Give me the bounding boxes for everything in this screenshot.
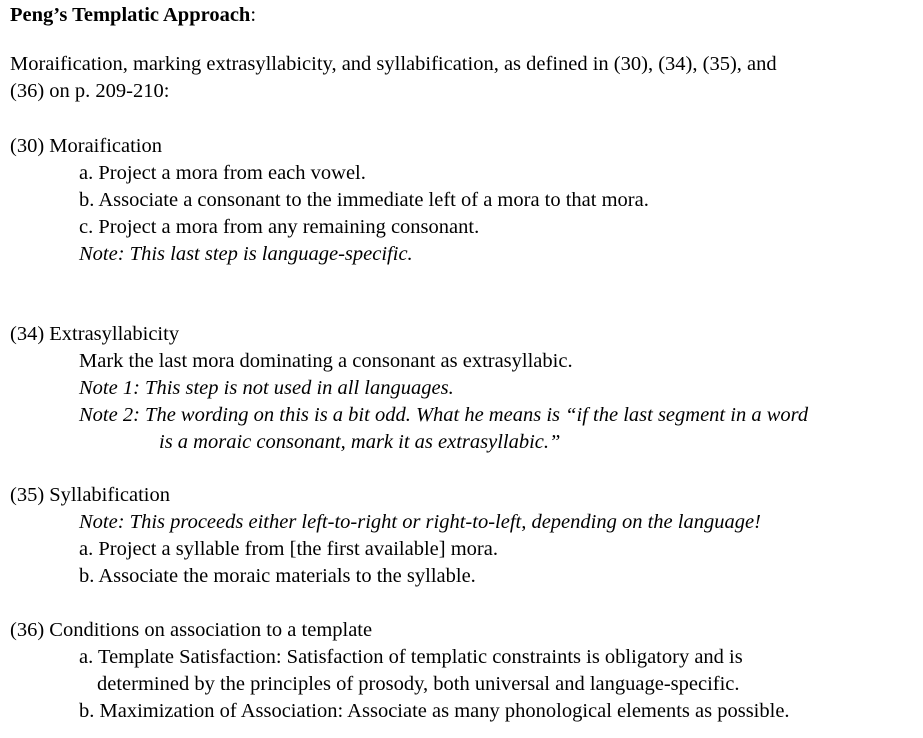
section-36-item-b: b. Maximization of Association: Associat… <box>79 700 790 722</box>
section-35-item-a: a. Project a syllable from [the first av… <box>79 538 498 560</box>
section-34-note-1: Note 1: This step is not used in all lan… <box>79 377 454 399</box>
section-35-heading: (35) Syllabification <box>10 484 170 506</box>
intro-line-1: Moraification, marking extrasyllabicity,… <box>10 53 777 75</box>
section-30-item-a: a. Project a mora from each vowel. <box>79 162 366 184</box>
section-36-item-a-line-1: a. Template Satisfaction: Satisfaction o… <box>79 646 743 668</box>
page-title-text: Peng’s Templatic Approach <box>10 4 251 26</box>
section-35-item-b: b. Associate the moraic materials to the… <box>79 565 476 587</box>
page-title-colon: : <box>250 4 257 26</box>
section-30-heading: (30) Moraification <box>10 135 162 157</box>
section-34-text: Mark the last mora dominating a consonan… <box>79 350 573 372</box>
section-36-item-a-line-2: determined by the principles of prosody,… <box>97 673 740 695</box>
page-title: Peng’s Templatic Approach: <box>10 3 256 27</box>
intro-line-2: (36) on p. 209-210: <box>10 80 170 102</box>
section-30-item-b: b. Associate a consonant to the immediat… <box>79 189 649 211</box>
section-30-note: Note: This last step is language-specifi… <box>79 243 413 265</box>
section-35-note: Note: This proceeds either left-to-right… <box>79 511 761 533</box>
section-34-note-2-line-1: Note 2: The wording on this is a bit odd… <box>79 404 809 426</box>
section-36-heading: (36) Conditions on association to a temp… <box>10 619 373 641</box>
section-34-heading: (34) Extrasyllabicity <box>10 323 180 345</box>
section-30-item-c: c. Project a mora from any remaining con… <box>79 216 480 238</box>
section-34-note-2-line-2: is a moraic consonant, mark it as extras… <box>159 431 561 453</box>
